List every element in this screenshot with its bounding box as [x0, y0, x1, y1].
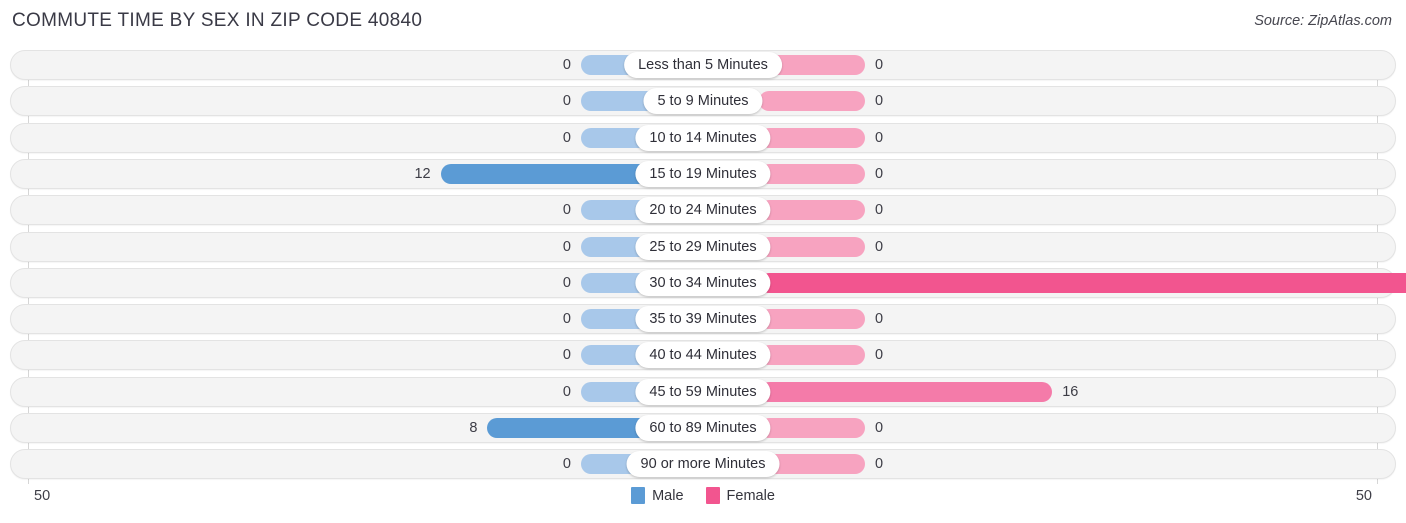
legend-swatch-male-icon [631, 487, 646, 504]
value-label-male: 12 [414, 165, 431, 182]
chart-row: 60 to 89 Minutes 8 0 [10, 413, 1396, 443]
value-label-female: 0 [875, 420, 884, 436]
value-label-female: 16 [1062, 383, 1079, 400]
bar-female [759, 127, 865, 148]
row-label-pill: 90 or more Minutes [626, 451, 780, 478]
row-label-pill: 15 to 19 Minutes [635, 160, 771, 187]
row-label-pill: 40 to 44 Minutes [635, 342, 771, 369]
value-label-female: 0 [875, 238, 884, 255]
row-label-pill: 25 to 29 Minutes [635, 233, 771, 260]
row-label-pill: 10 to 14 Minutes [635, 124, 771, 151]
chart-row: 5 to 9 Minutes 0 0 [10, 86, 1396, 117]
chart-row: 15 to 19 Minutes 12 0 [10, 158, 1396, 189]
value-label-male: 0 [562, 57, 571, 73]
value-label-female: 0 [875, 93, 884, 110]
value-label-female: 0 [875, 347, 884, 364]
bar-female [759, 345, 865, 366]
source-attribution: Source: ZipAtlas.com [1254, 13, 1392, 29]
value-label-female: 0 [875, 57, 884, 73]
value-label-male: 0 [562, 383, 571, 400]
bar-female [759, 200, 865, 221]
bar-female [759, 236, 865, 257]
chart-row: 20 to 24 Minutes 0 0 [10, 195, 1396, 226]
chart-footer: 50 50 Male Female [0, 484, 1406, 523]
bar-female [759, 91, 865, 112]
row-label-pill: Less than 5 Minutes [624, 52, 782, 78]
chart-row: 40 to 44 Minutes 0 0 [10, 340, 1396, 371]
chart-row: 45 to 59 Minutes 0 16 [10, 376, 1396, 407]
row-label-pill: 30 to 34 Minutes [635, 269, 771, 296]
value-label-female: 0 [875, 456, 884, 473]
legend-swatch-female-icon [705, 487, 720, 504]
row-label-pill: 35 to 39 Minutes [635, 306, 771, 333]
value-label-male: 0 [562, 311, 571, 328]
legend-label-male: Male [652, 487, 684, 504]
chart-row: 10 to 14 Minutes 0 0 [10, 122, 1396, 153]
chart-row: 25 to 29 Minutes 0 0 [10, 231, 1396, 262]
value-label-male: 8 [469, 420, 478, 436]
row-label-pill: 45 to 59 Minutes [635, 378, 771, 405]
row-label-pill: 60 to 89 Minutes [635, 415, 771, 441]
value-label-male: 0 [562, 456, 571, 473]
chart-row: Less than 5 Minutes 0 0 [10, 50, 1396, 80]
chart-row: 35 to 39 Minutes 0 0 [10, 304, 1396, 335]
chart-row: 90 or more Minutes 0 0 [10, 449, 1396, 480]
bar-female [759, 272, 1406, 293]
page-title: COMMUTE TIME BY SEX IN ZIP CODE 40840 [12, 10, 423, 31]
value-label-female: 0 [875, 311, 884, 328]
value-label-male: 0 [562, 202, 571, 219]
value-label-male: 0 [562, 347, 571, 364]
row-label-pill: 5 to 9 Minutes [643, 88, 763, 115]
legend-item-male[interactable]: Male [631, 487, 684, 504]
value-label-male: 0 [562, 129, 571, 146]
bar-female [759, 418, 865, 438]
bar-female [759, 163, 865, 184]
value-label-male: 0 [562, 93, 571, 110]
value-label-female: 49 [1380, 268, 1406, 298]
chart-row: 30 to 34 Minutes 0 49 [10, 267, 1406, 298]
chart-header: COMMUTE TIME BY SEX IN ZIP CODE 40840 So… [0, 0, 1406, 44]
chart-plot-area: Less than 5 Minutes 0 0 5 to 9 Minutes 0 0 10 … [0, 44, 1406, 484]
value-label-female: 0 [875, 129, 884, 146]
value-label-female: 0 [875, 165, 884, 182]
bar-female [759, 309, 865, 330]
row-label-pill: 20 to 24 Minutes [635, 197, 771, 224]
bar-female [759, 381, 1053, 402]
chart-legend: Male Female [0, 487, 1406, 504]
legend-item-female[interactable]: Female [705, 487, 775, 504]
value-label-female: 0 [875, 202, 884, 219]
legend-label-female: Female [726, 487, 775, 504]
value-label-male: 0 [562, 274, 571, 291]
value-label-male: 0 [562, 238, 571, 255]
